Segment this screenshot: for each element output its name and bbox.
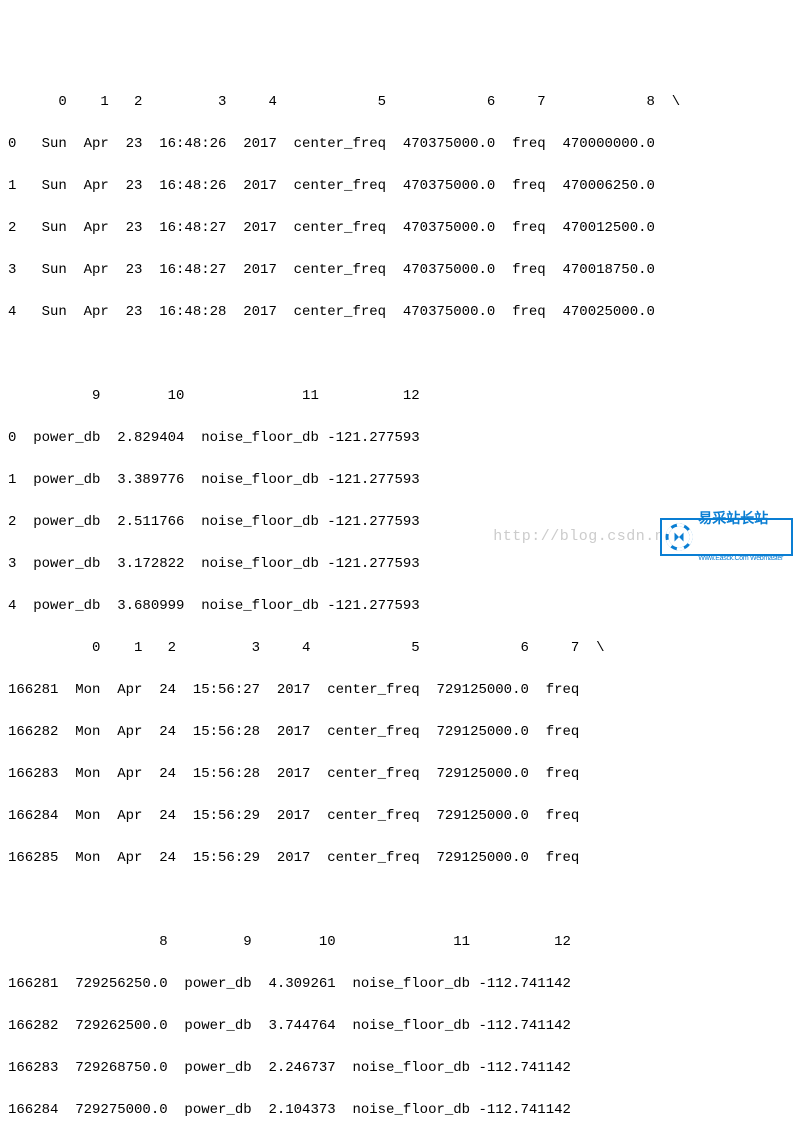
watermark-url: http://blog.csdn.n [493, 526, 664, 549]
table-row: 1 power_db 3.389776 noise_floor_db -121.… [8, 470, 793, 491]
dataframe-header: 0 1 2 3 4 5 6 7 8 \ [8, 92, 793, 113]
table-row: 4 power_db 3.680999 noise_floor_db -121.… [8, 596, 793, 617]
table-row: 3 power_db 3.172822 noise_floor_db -121.… [8, 554, 793, 575]
table-row: 166284 Mon Apr 24 15:56:29 2017 center_f… [8, 806, 793, 827]
table-row: 0 power_db 2.829404 noise_floor_db -121.… [8, 428, 793, 449]
blank-line [8, 890, 793, 911]
dataframe-header: 8 9 10 11 12 [8, 932, 793, 953]
table-row: 0 Sun Apr 23 16:48:26 2017 center_freq 4… [8, 134, 793, 155]
watermark-text: 易采站长站 Www.Easck.Com Webmaster [696, 482, 791, 592]
table-row: 3 Sun Apr 23 16:48:27 2017 center_freq 4… [8, 260, 793, 281]
watermark-brand-cn: 易采站长站 [698, 511, 783, 526]
table-row: 1 Sun Apr 23 16:48:26 2017 center_freq 4… [8, 176, 793, 197]
table-row: 166281 Mon Apr 24 15:56:27 2017 center_f… [8, 680, 793, 701]
dataframe-header: 0 1 2 3 4 5 6 7 \ [8, 638, 793, 659]
watermark: http://blog.csdn.n 易采站长站 Www.Easck.Com W… [493, 518, 793, 556]
table-row: 4 Sun Apr 23 16:48:28 2017 center_freq 4… [8, 302, 793, 323]
logo-icon [662, 520, 696, 554]
table-row: 166283 Mon Apr 24 15:56:28 2017 center_f… [8, 764, 793, 785]
watermark-brand-en: Www.Easck.Com Webmaster [698, 555, 783, 562]
watermark-logo: 易采站长站 Www.Easck.Com Webmaster [660, 518, 793, 556]
table-row: 2 Sun Apr 23 16:48:27 2017 center_freq 4… [8, 218, 793, 239]
table-row: 166285 Mon Apr 24 15:56:29 2017 center_f… [8, 848, 793, 869]
table-row: 166282 729262500.0 power_db 3.744764 noi… [8, 1016, 793, 1037]
table-row: 166282 Mon Apr 24 15:56:28 2017 center_f… [8, 722, 793, 743]
table-row: 166281 729256250.0 power_db 4.309261 noi… [8, 974, 793, 995]
table-row: 166283 729268750.0 power_db 2.246737 noi… [8, 1058, 793, 1079]
dataframe-header: 9 10 11 12 [8, 386, 793, 407]
table-row: 166284 729275000.0 power_db 2.104373 noi… [8, 1100, 793, 1121]
blank-line [8, 344, 793, 365]
